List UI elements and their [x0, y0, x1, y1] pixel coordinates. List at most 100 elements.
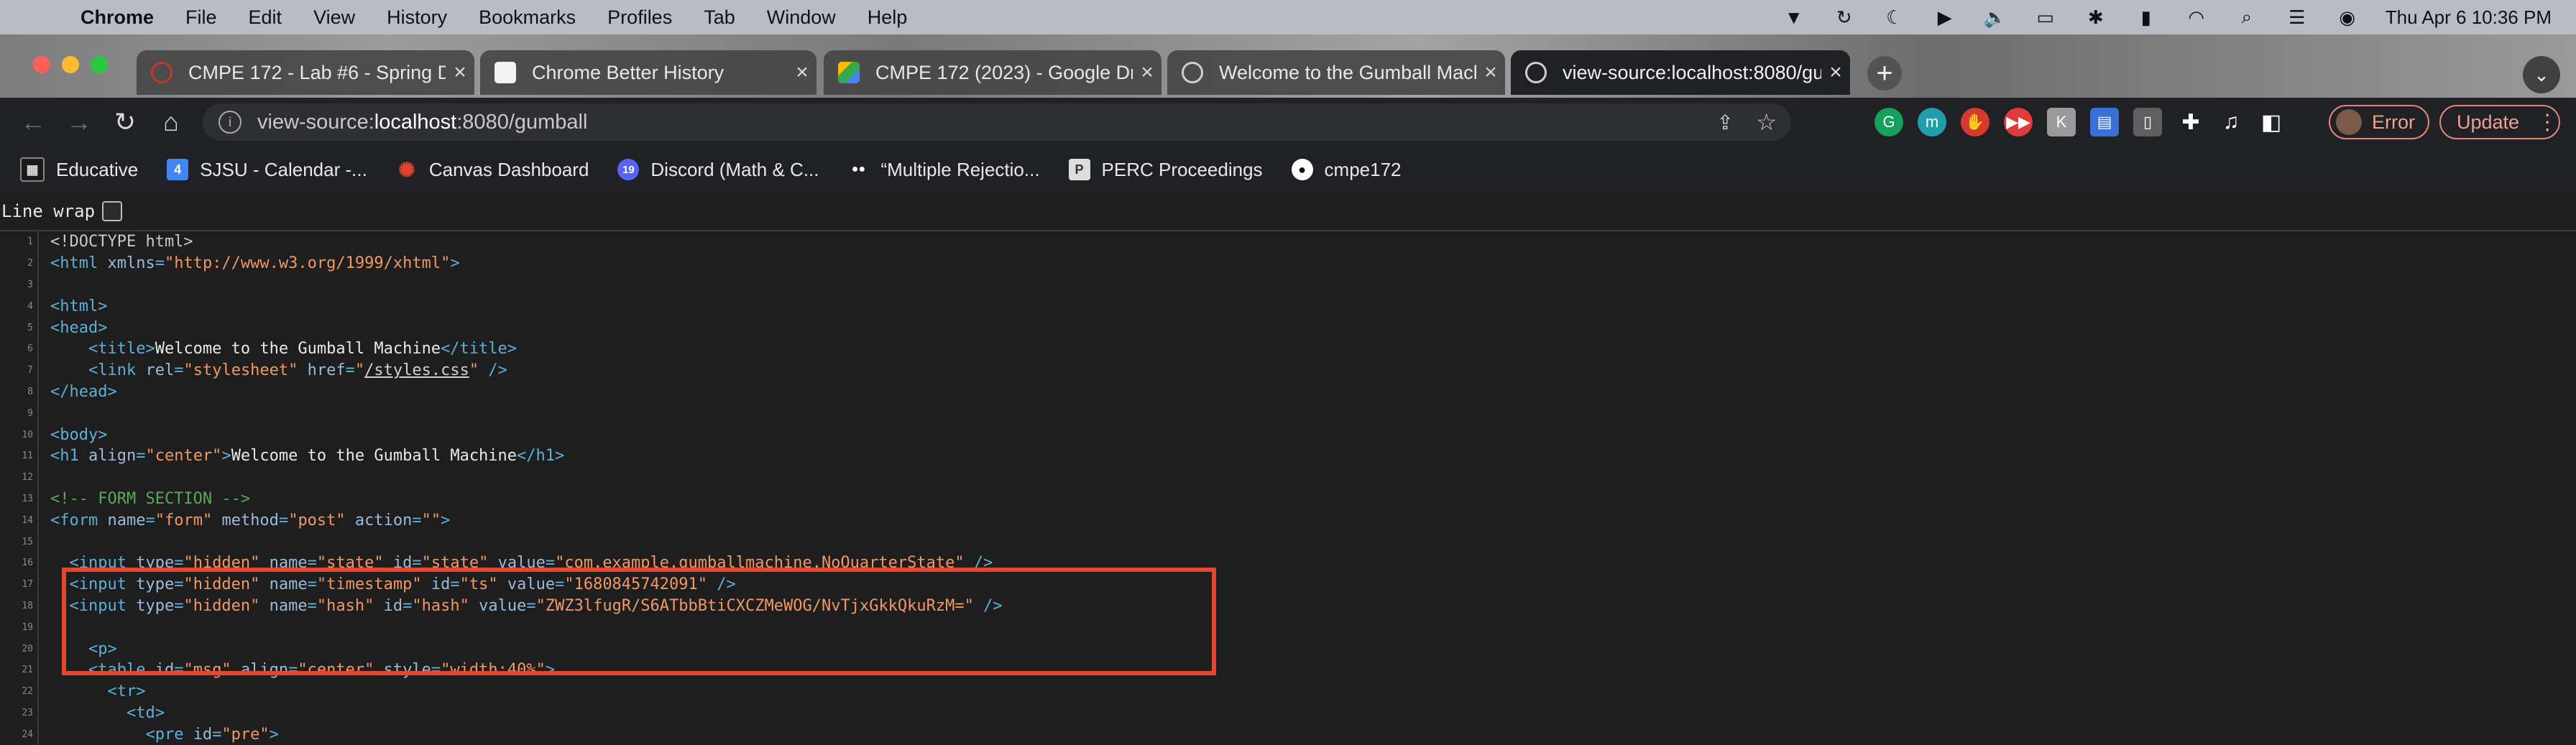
siri-icon[interactable]: ◉ [2335, 6, 2360, 28]
volume-icon[interactable]: 🔊 [1983, 6, 2007, 28]
source-line: 1 <!DOCTYPE html> [0, 231, 2576, 253]
bluetooth-icon[interactable]: ✱ [2084, 6, 2108, 28]
display-icon[interactable]: ▭ [2033, 6, 2058, 28]
bookmark-cmpe172[interactable]: ● cmpe172 [1291, 159, 1402, 181]
browser-toolbar: ← → ↻ ⌂ i view-source: localhost:8080/gum… [0, 98, 2576, 147]
spotlight-search-icon[interactable]: ⌕ [2235, 6, 2259, 27]
reload-button[interactable]: ↻ [102, 107, 148, 137]
source-line: 3 [0, 274, 2576, 296]
source-line: 23 <td> [0, 702, 2576, 724]
extension-m-icon[interactable]: m [1918, 108, 1946, 136]
menu-history[interactable]: History [387, 6, 447, 29]
bookmark-extension-icon[interactable]: ▯ [2133, 108, 2162, 136]
more-menu-icon[interactable]: ⋮ [2536, 110, 2558, 135]
update-button[interactable]: Update ⋮ [2439, 105, 2560, 139]
source-line: 2 <html xmlns="http://www.w3.org/1999/xht… [0, 252, 2576, 274]
menu-bookmarks[interactable]: Bookmarks [479, 6, 576, 29]
bookmark-star-icon[interactable]: ☆ [1756, 108, 1777, 136]
battery-icon[interactable]: ▮ [2134, 6, 2158, 28]
bookmark-multiple-rejection[interactable]: ●● “Multiple Rejectio... [847, 159, 1040, 181]
hand-extension-icon[interactable]: ✋ [1961, 108, 1990, 136]
close-tab-icon[interactable]: × [1133, 60, 1162, 85]
source-line: 15 [0, 531, 2576, 552]
source-line: 12 [0, 466, 2576, 489]
control-center-icon[interactable]: ☰ [2285, 6, 2309, 28]
doc-extension-icon[interactable]: ▤ [2090, 108, 2119, 136]
tab-view-source[interactable]: view-source:localhost:8080/gu × [1511, 50, 1850, 95]
globe-icon [1525, 62, 1547, 83]
side-panel-icon[interactable]: ◧ [2257, 108, 2286, 136]
menubar-clock[interactable]: Thu Apr 6 10:36 PM [2386, 6, 2552, 29]
address-bar[interactable]: i view-source: localhost:8080/gumball ⇪ ☆ [203, 103, 1791, 141]
new-tab-button[interactable]: + [1867, 56, 1902, 91]
home-button[interactable]: ⌂ [148, 107, 194, 137]
macos-menu-bar: Chrome File Edit View History Bookmarks … [0, 0, 2576, 34]
wifi-icon[interactable]: ◠ [2184, 6, 2209, 28]
url-prefix: view-source: [257, 110, 374, 134]
line-wrap-checkbox[interactable] [102, 201, 123, 221]
site-info-icon[interactable]: i [218, 111, 242, 134]
close-tab-icon[interactable]: × [1821, 60, 1850, 85]
source-line: 24 <pre id="pre"> [0, 723, 2576, 745]
educative-icon: ▦ [20, 157, 45, 182]
sync-status-icon[interactable]: ↻ [1832, 6, 1857, 28]
media-control-icon[interactable]: ♫ [2217, 108, 2245, 136]
moon-icon[interactable]: ☾ [1882, 6, 1907, 28]
bookmark-label: PERC Proceedings [1101, 158, 1263, 180]
tab-search-button[interactable]: ⌄ [2523, 56, 2560, 93]
bookmark-label: Canvas Dashboard [428, 158, 589, 180]
medium-icon: ●● [851, 163, 866, 175]
github-icon: ● [1291, 159, 1313, 180]
globe-icon [1182, 62, 1203, 83]
back-button[interactable]: ← [10, 107, 56, 137]
tab-lab6[interactable]: CMPE 172 - Lab #6 - Spring Da × [137, 50, 474, 95]
menu-tab[interactable]: Tab [704, 6, 735, 29]
grammarly-extension-icon[interactable]: G [1874, 108, 1903, 136]
url-path: :8080/gumball [456, 110, 588, 134]
source-line: 11 <h1 align="center">Welcome to the Gumb… [0, 445, 2576, 467]
perc-icon: P [1068, 159, 1090, 180]
stylesheet-link[interactable]: /styles.css [364, 361, 469, 379]
tab-gumball[interactable]: Welcome to the Gumball Machi × [1167, 50, 1505, 95]
play-icon[interactable]: ▶ [1933, 6, 1957, 28]
menu-view[interactable]: View [313, 6, 355, 29]
bookmark-educative[interactable]: ▦ Educative [20, 157, 138, 182]
bookmark-discord[interactable]: 19 Discord (Math & C... [617, 159, 819, 181]
bookmark-sjsu-calendar[interactable]: 4 SJSU - Calendar -... [167, 159, 367, 181]
vpn-status-icon[interactable]: ▼ [1782, 6, 1806, 28]
highlight-box [62, 568, 1216, 675]
bookmark-canvas-dashboard[interactable]: ✺ Canvas Dashboard [396, 159, 589, 181]
canvas-favicon-icon [151, 62, 172, 83]
forward-button[interactable]: → [56, 107, 102, 137]
tab-google-drive[interactable]: CMPE 172 (2023) - Google Driv × [824, 50, 1162, 95]
error-label: Error [2372, 111, 2415, 133]
close-tab-icon[interactable]: × [446, 60, 474, 85]
share-icon[interactable]: ⇪ [1717, 111, 1734, 134]
window-controls [33, 56, 108, 73]
menu-help[interactable]: Help [868, 6, 908, 29]
tab-better-history[interactable]: Chrome Better History × [480, 50, 816, 95]
menu-window[interactable]: Window [767, 6, 836, 29]
menu-file[interactable]: File [185, 6, 217, 29]
menu-profiles[interactable]: Profiles [607, 6, 672, 29]
profile-error-button[interactable]: Error [2329, 105, 2429, 139]
close-tab-icon[interactable]: × [788, 60, 816, 85]
tab-strip: CMPE 172 - Lab #6 - Spring Da × Chrome B… [0, 34, 2576, 98]
close-window-button[interactable] [33, 56, 50, 73]
avatar [2336, 109, 2362, 135]
extensions-puzzle-icon[interactable]: ✚ [2176, 108, 2205, 136]
bookmark-label: Educative [56, 158, 139, 180]
bookmark-perc-proceedings[interactable]: P PERC Proceedings [1068, 158, 1263, 181]
source-line: 13 <!-- FORM SECTION --> [0, 488, 2576, 510]
zoom-window-button[interactable] [91, 56, 108, 73]
minimize-window-button[interactable] [62, 56, 79, 73]
menu-edit[interactable]: Edit [249, 6, 282, 29]
extension-k-icon[interactable]: K [2047, 108, 2076, 136]
google-drive-icon [838, 62, 860, 83]
source-line: 7 <link rel="stylesheet" href="/styles.c… [0, 359, 2576, 381]
close-tab-icon[interactable]: × [1476, 60, 1505, 85]
tab-title: Chrome Better History [532, 61, 724, 83]
media-extension-icon[interactable]: ▶▶ [2004, 108, 2033, 136]
tab-title: CMPE 172 (2023) - Google Driv [875, 61, 1133, 83]
menu-app-chrome[interactable]: Chrome [80, 6, 154, 29]
